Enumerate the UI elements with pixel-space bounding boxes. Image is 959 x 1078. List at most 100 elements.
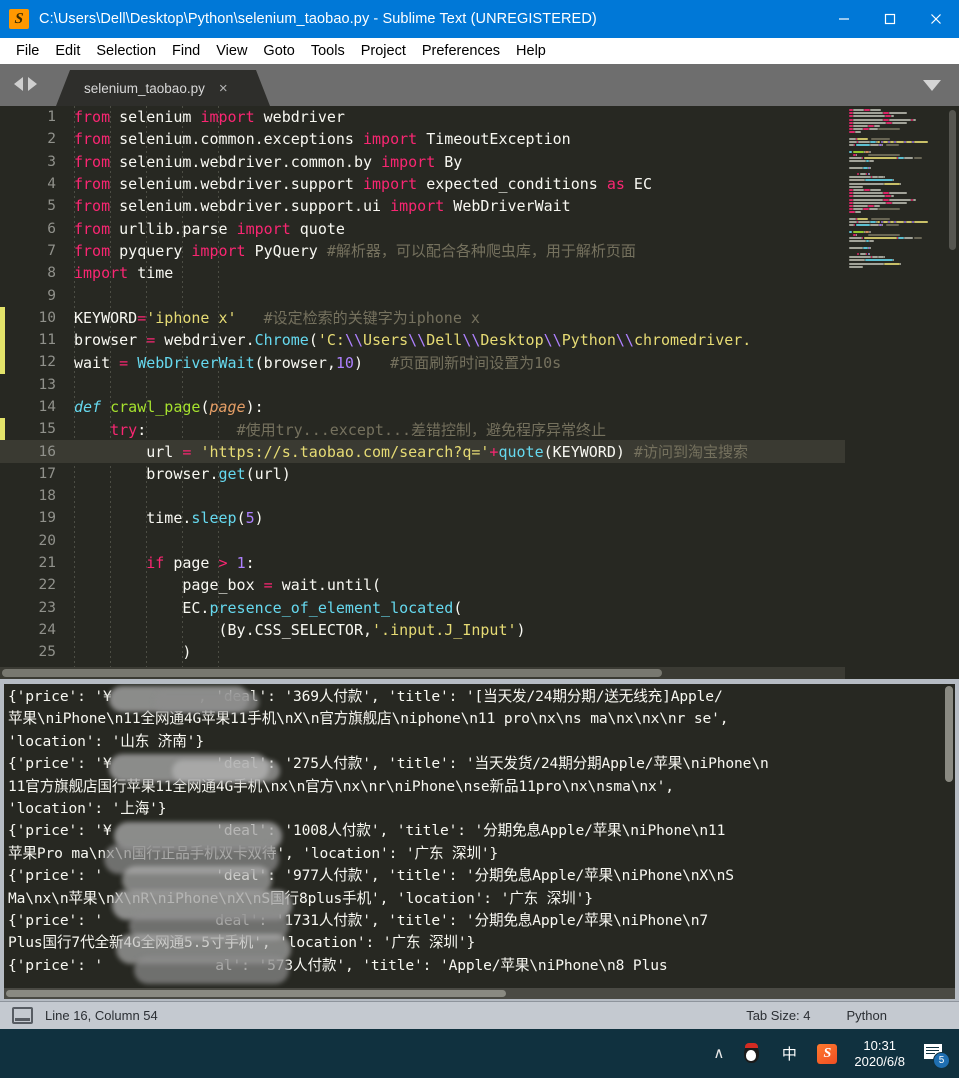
close-button[interactable] xyxy=(913,0,959,38)
minimap-token xyxy=(849,265,863,268)
tab-close-icon[interactable]: × xyxy=(219,81,228,96)
minimap-token xyxy=(853,150,864,153)
next-tab-icon[interactable] xyxy=(28,77,37,91)
code-line-text: browser = webdriver.Chrome('C:\\Users\\D… xyxy=(74,331,752,350)
menu-item-preferences[interactable]: Preferences xyxy=(414,41,508,61)
code-line-text: ) xyxy=(74,643,192,662)
clock[interactable]: 10:31 2020/6/8 xyxy=(854,1038,905,1070)
minimap-token xyxy=(914,157,923,159)
qq-icon[interactable] xyxy=(740,1043,762,1065)
code-line[interactable]: 15 try: #使用try...except...差错控制，避免程序异常终止 xyxy=(0,418,845,440)
editor-hscroll-thumb[interactable] xyxy=(2,669,662,677)
show-hidden-icons-icon[interactable]: ∧ xyxy=(713,1046,724,1061)
ime-language-icon[interactable]: 中 xyxy=(778,1043,800,1065)
code-line[interactable]: 21 if page > 1: xyxy=(0,552,845,574)
chevron-down-icon[interactable] xyxy=(923,80,941,91)
editor-horizontal-scrollbar[interactable] xyxy=(0,667,845,679)
minimap-token xyxy=(853,201,886,204)
minimap-token xyxy=(870,166,872,169)
minimap-token xyxy=(855,131,861,134)
menu-item-project[interactable]: Project xyxy=(353,41,414,61)
code-line-text: from selenium.common.exceptions import T… xyxy=(74,130,571,149)
code-editor[interactable]: 1 from selenium import webdriver 2 from sel… xyxy=(0,106,959,679)
code-line[interactable]: 5 from selenium.webdriver.support.ui impo… xyxy=(0,195,845,217)
code-line[interactable]: 17 browser.get(url) xyxy=(0,463,845,485)
minimap-token xyxy=(868,240,875,243)
code-line[interactable]: 20 xyxy=(0,530,845,552)
code-lines-container[interactable]: 1 from selenium import webdriver 2 from sel… xyxy=(0,106,845,679)
code-line[interactable]: 6 from urllib.parse import quote xyxy=(0,217,845,239)
menu-item-view[interactable]: View xyxy=(208,41,255,61)
tab-nav-arrows[interactable] xyxy=(14,77,37,91)
sidebar-toggle-icon[interactable] xyxy=(12,1007,33,1024)
minimap-token xyxy=(878,176,884,179)
line-number: 8 xyxy=(47,265,56,282)
menu-item-find[interactable]: Find xyxy=(164,41,208,61)
code-line[interactable]: 22 page_box = wait.until( xyxy=(0,574,845,596)
minimap-token xyxy=(857,137,868,140)
maximize-button[interactable] xyxy=(867,0,913,38)
code-lines[interactable]: 1 from selenium import webdriver 2 from sel… xyxy=(0,106,845,663)
prev-tab-icon[interactable] xyxy=(14,77,23,91)
menu-item-edit[interactable]: Edit xyxy=(47,41,88,61)
line-number: 7 xyxy=(47,242,56,259)
line-number: 1 xyxy=(47,109,56,126)
code-line[interactable]: 1 from selenium import webdriver xyxy=(0,106,845,128)
code-line[interactable]: 13 xyxy=(0,374,845,396)
console-hscroll-thumb[interactable] xyxy=(6,990,506,997)
code-line[interactable]: 12 wait = WebDriverWait(browser,10) #页面刷新… xyxy=(0,351,845,373)
console-panel: {'price': '¥ , 'deal': '369人付款', 'title'… xyxy=(0,679,959,1009)
minimap-viewport-handle[interactable] xyxy=(949,110,956,250)
minimap-token xyxy=(898,237,904,239)
menu-item-file[interactable]: File xyxy=(8,41,47,61)
code-line-text: from selenium.webdriver.common.by import… xyxy=(74,152,463,171)
code-line[interactable]: 11 browser = webdriver.Chrome('C:\\Users\… xyxy=(0,329,845,351)
minimap-token xyxy=(896,141,904,143)
code-line[interactable]: 14 def crawl_page(page): xyxy=(0,396,845,418)
code-line[interactable]: 23 EC.presence_of_element_located( xyxy=(0,597,845,619)
minimap-token xyxy=(888,192,907,195)
code-line-text: from pyquery import PyQuery #解析器，可以配合各种爬… xyxy=(74,242,636,261)
minimap[interactable] xyxy=(845,106,959,679)
tab-selenium-taobao[interactable]: selenium_taobao.py × xyxy=(56,70,270,106)
minimap-token xyxy=(903,157,914,159)
sogou-input-icon[interactable]: S xyxy=(816,1043,838,1065)
notification-center-icon[interactable]: 5 xyxy=(923,1042,950,1069)
syntax-indicator[interactable]: Python xyxy=(847,1008,887,1023)
menu-item-goto[interactable]: Goto xyxy=(255,41,302,61)
code-line[interactable]: 25 ) xyxy=(0,641,845,663)
minimize-button[interactable] xyxy=(821,0,867,38)
code-line[interactable]: 9 xyxy=(0,284,845,306)
code-line[interactable]: 16 url = 'https://s.taobao.com/search?q=… xyxy=(0,440,845,463)
title-bar: C:\Users\Dell\Desktop\Python\selenium_ta… xyxy=(0,0,959,38)
minimap-token xyxy=(849,237,862,239)
minimap-token xyxy=(853,128,863,131)
line-number: 13 xyxy=(38,376,56,393)
code-line[interactable]: 18 xyxy=(0,485,845,507)
code-line[interactable]: 10 KEYWORD='iphone x' #设定检索的关键字为iphone x xyxy=(0,307,845,329)
console-vertical-scrollbar[interactable] xyxy=(945,686,953,782)
menu-item-tools[interactable]: Tools xyxy=(303,41,353,61)
tab-size-indicator[interactable]: Tab Size: 4 xyxy=(746,1008,810,1023)
minimap-token xyxy=(868,208,879,211)
code-line[interactable]: 19 time.sleep(5) xyxy=(0,507,845,529)
minimap-token xyxy=(868,160,875,163)
minimap-token xyxy=(849,182,884,185)
minimap-token xyxy=(849,185,863,188)
minimap-token xyxy=(853,195,885,198)
console-horizontal-scrollbar[interactable] xyxy=(4,988,955,999)
menu-item-selection[interactable]: Selection xyxy=(88,41,164,61)
menu-item-help[interactable]: Help xyxy=(508,41,554,61)
minimap-token xyxy=(849,262,884,265)
console-output-text: {'price': '¥ , 'deal': '369人付款', 'title'… xyxy=(8,688,769,974)
code-line[interactable]: 4 from selenium.webdriver.support import … xyxy=(0,173,845,195)
minimap-token xyxy=(855,211,861,214)
code-line-text: from selenium import webdriver xyxy=(74,108,345,127)
code-line[interactable]: 8 import time xyxy=(0,262,845,284)
minimap-token xyxy=(854,144,856,147)
console-output[interactable]: {'price': '¥ , 'deal': '369人付款', 'title'… xyxy=(4,684,955,999)
code-line[interactable]: 24 (By.CSS_SELECTOR,'.input.J_Input') xyxy=(0,619,845,641)
code-line[interactable]: 3 from selenium.webdriver.common.by impor… xyxy=(0,151,845,173)
code-line[interactable]: 7 from pyquery import PyQuery #解析器，可以配合各种… xyxy=(0,240,845,262)
code-line[interactable]: 2 from selenium.common.exceptions import … xyxy=(0,128,845,150)
